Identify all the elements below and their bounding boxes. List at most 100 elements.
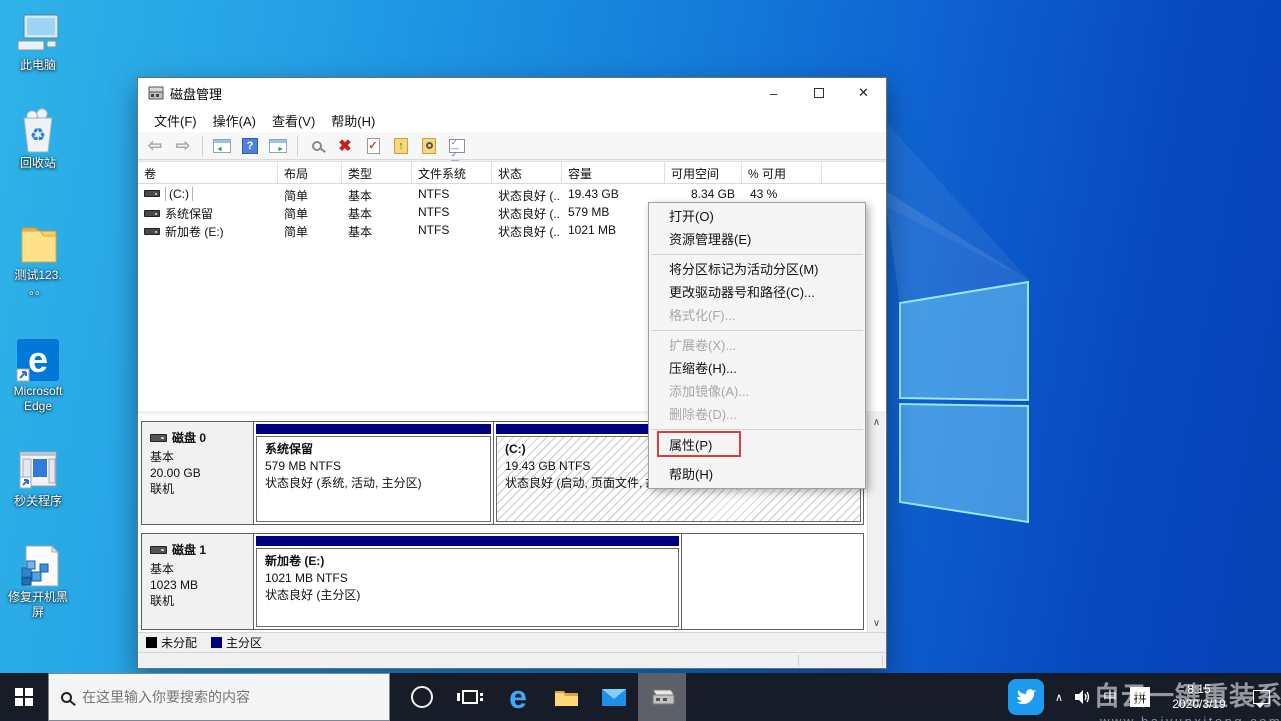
menu-item-open[interactable]: 打开(O): [649, 205, 865, 228]
column-header-volume[interactable]: 卷: [138, 162, 278, 184]
column-header-capacity[interactable]: 容量: [562, 162, 665, 184]
partition-name: 系统保留: [265, 441, 482, 458]
menu-file[interactable]: 文件(F): [146, 109, 205, 132]
partition-e[interactable]: 新加卷 (E:) 1021 MB NTFS 状态良好 (主分区): [254, 534, 682, 629]
vertical-scrollbar[interactable]: ∧ ∨: [867, 414, 884, 632]
properties-tool-button[interactable]: [306, 135, 328, 157]
maximize-button[interactable]: [796, 78, 841, 108]
desktop-icon-app-shortcut[interactable]: 秒关程序: [0, 446, 76, 509]
context-menu: 打开(O) 资源管理器(E) 将分区标记为活动分区(M) 更改驱动器号和路径(C…: [648, 202, 866, 489]
menu-item-mark-active[interactable]: 将分区标记为活动分区(M): [649, 258, 865, 281]
cortana-button[interactable]: [398, 673, 446, 721]
menu-item-shrink[interactable]: 压缩卷(H)...: [649, 357, 865, 380]
ime-mode-label: 中: [1103, 687, 1117, 707]
disk-size: 1023 MB: [150, 577, 245, 593]
menu-item-change-letter[interactable]: 更改驱动器号和路径(C)...: [649, 281, 865, 304]
column-header-filesystem[interactable]: 文件系统: [412, 162, 492, 184]
desktop-icon-this-pc[interactable]: 此电脑: [0, 10, 76, 73]
cell-fs: NTFS: [418, 187, 449, 201]
task-view-button[interactable]: [446, 673, 494, 721]
disk-state: 联机: [150, 481, 245, 497]
desktop-icon-label: Microsoft: [0, 384, 76, 399]
menu-item-help[interactable]: 帮助(H): [649, 463, 865, 486]
action-pane-button[interactable]: ►: [267, 135, 289, 157]
start-button[interactable]: [0, 673, 48, 721]
column-header-type[interactable]: 类型: [342, 162, 412, 184]
console-tree-button[interactable]: ◄: [211, 135, 233, 157]
back-button[interactable]: ⇦: [144, 135, 166, 157]
clock-time: 8:15: [1172, 682, 1225, 697]
disk-0-label[interactable]: 磁盘 0 基本 20.00 GB 联机: [142, 422, 254, 524]
disk-1-label[interactable]: 磁盘 1 基本 1023 MB 联机: [142, 534, 254, 629]
taskbar-twitter[interactable]: [1003, 679, 1049, 715]
column-header-status[interactable]: 状态: [492, 162, 562, 184]
checklist-icon: ✓—✓—: [449, 139, 465, 153]
action-center-icon: [1253, 690, 1270, 704]
title-bar[interactable]: 磁盘管理 – ✕: [138, 78, 886, 108]
desktop-icon-microsoft-edge[interactable]: e Microsoft Edge: [0, 336, 76, 414]
legend-bar: 未分配 主分区: [138, 632, 886, 652]
column-header-free[interactable]: 可用空间: [665, 162, 742, 184]
disk-management-app-icon: [148, 86, 164, 100]
fields-button[interactable]: ✓—✓—: [446, 135, 468, 157]
taskbar-edge[interactable]: e: [494, 673, 542, 721]
cell-layout: 简单: [284, 205, 308, 222]
ime-pinyin-badge[interactable]: 拼: [1123, 687, 1157, 707]
tray-chevron[interactable]: ∧: [1049, 691, 1069, 704]
menu-item-explore[interactable]: 资源管理器(E): [649, 228, 865, 251]
window-title: 磁盘管理: [170, 84, 222, 103]
ime-mode-indicator[interactable]: 中: [1097, 687, 1123, 707]
close-button[interactable]: ✕: [841, 78, 886, 108]
column-header-pct[interactable]: % 可用: [742, 162, 822, 184]
cell-capacity: 1021 MB: [568, 223, 616, 237]
volume-name: 新加卷 (E:): [165, 225, 224, 239]
disk-size: 20.00 GB: [150, 465, 245, 481]
scroll-up-arrow[interactable]: ∧: [868, 414, 885, 431]
registry-file-icon: [14, 542, 62, 590]
menu-item-properties[interactable]: 属性(P): [649, 433, 865, 459]
disk-1-row: 磁盘 1 基本 1023 MB 联机 新加卷 (E:) 1021 MB NTFS…: [141, 533, 864, 630]
mark-active-button[interactable]: ✓: [362, 135, 384, 157]
maximize-icon: [814, 88, 824, 98]
desktop-icon-registry-fix[interactable]: 修复开机黑 屏: [0, 542, 76, 620]
cell-layout: 简单: [284, 187, 308, 204]
taskbar-disk-management[interactable]: [638, 673, 686, 721]
partition-size: 1021 MB NTFS: [265, 570, 670, 587]
desktop-icon-test-folder[interactable]: 测试123. 。。: [0, 220, 76, 298]
scroll-down-arrow[interactable]: ∨: [868, 615, 885, 632]
svg-text:♻: ♻: [30, 125, 46, 145]
delete-volume-button[interactable]: ✖: [334, 135, 356, 157]
help-button[interactable]: ?: [239, 135, 261, 157]
desktop-icon-recycle-bin[interactable]: ♻ 回收站: [0, 108, 76, 171]
menu-action[interactable]: 操作(A): [205, 109, 264, 132]
menu-help[interactable]: 帮助(H): [323, 109, 383, 132]
folder-icon: [14, 220, 62, 268]
menu-view[interactable]: 查看(V): [264, 109, 323, 132]
search-input[interactable]: [82, 689, 362, 705]
partition-system-reserved[interactable]: 系统保留 579 MB NTFS 状态良好 (系统, 活动, 主分区): [254, 422, 494, 524]
toolbar-separator: [202, 136, 203, 156]
legend-label: 主分区: [226, 636, 262, 650]
disk-name: 磁盘 1: [172, 542, 206, 558]
status-separator: [798, 655, 799, 666]
volume-button[interactable]: [1069, 690, 1097, 704]
column-header-layout[interactable]: 布局: [278, 162, 342, 184]
taskbar-search[interactable]: [48, 673, 390, 721]
action-center-button[interactable]: [1241, 690, 1281, 704]
extend-volume-button[interactable]: ↑: [390, 135, 412, 157]
file-explorer-icon: [553, 686, 579, 708]
toolbar: ⇦ ⇨ ◄ ? ► ✖ ✓ ↑ ✓—✓—: [138, 132, 886, 160]
partition-name: 新加卷 (E:): [265, 553, 670, 570]
taskbar-file-explorer[interactable]: [542, 673, 590, 721]
minimize-button[interactable]: –: [751, 78, 796, 108]
taskbar-mail[interactable]: [590, 673, 638, 721]
taskbar: e: [0, 673, 1281, 721]
disk-kind: 基本: [150, 449, 245, 465]
desktop-icon-label-line2: Edge: [0, 399, 76, 414]
forward-button[interactable]: ⇨: [172, 135, 194, 157]
menu-separator: [651, 254, 863, 255]
red-highlight-box: [657, 431, 741, 457]
disk-icon: [150, 546, 167, 554]
explore-button[interactable]: [418, 135, 440, 157]
taskbar-clock[interactable]: 8:152020/3/19: [1157, 682, 1241, 712]
